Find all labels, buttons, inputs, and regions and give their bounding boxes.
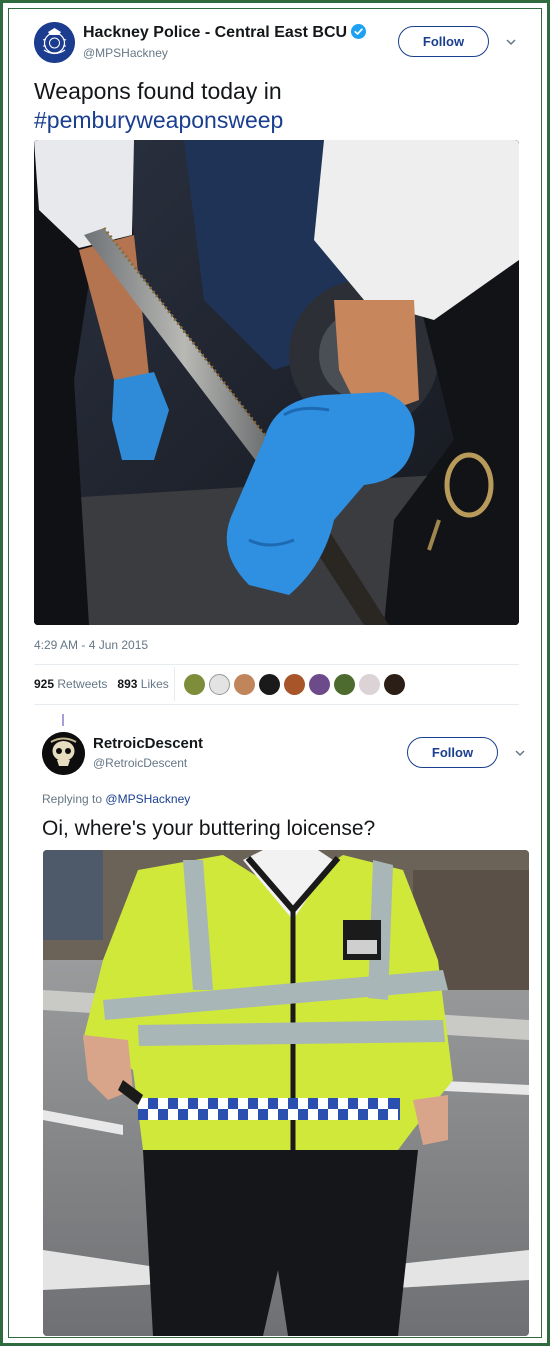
- hackney-police-avatar[interactable]: [34, 22, 75, 63]
- officer-photo-image: [43, 850, 529, 1336]
- thread-line: [62, 714, 64, 726]
- divider: [34, 704, 519, 705]
- liker-avatar[interactable]: [209, 674, 230, 695]
- divider: [34, 664, 519, 665]
- follow-button[interactable]: Follow: [398, 26, 489, 57]
- liker-avatar[interactable]: [284, 674, 305, 695]
- liker-avatar[interactable]: [334, 674, 355, 695]
- retroicdescent-avatar[interactable]: [42, 732, 85, 775]
- liker-avatar[interactable]: [259, 674, 280, 695]
- liker-avatar[interactable]: [384, 674, 405, 695]
- retweets-count[interactable]: 925: [34, 677, 54, 691]
- retweets-label[interactable]: Retweets: [57, 677, 107, 691]
- tweet1-photo[interactable]: [34, 140, 519, 625]
- tweet2-text: Oi, where's your buttering loicense?: [42, 817, 376, 840]
- tweet2-author-name[interactable]: RetroicDescent: [93, 735, 203, 752]
- author-name-text: Hackney Police - Central East BCU: [83, 24, 348, 41]
- tweet1-handle[interactable]: @MPSHackney: [83, 46, 168, 60]
- verified-badge-icon: [351, 24, 367, 39]
- liker-avatar[interactable]: [234, 674, 255, 695]
- liker-avatar[interactable]: [184, 674, 205, 695]
- tweet2-photo[interactable]: [43, 850, 529, 1336]
- likes-label[interactable]: Likes: [141, 677, 169, 691]
- knife-photo-image: [34, 140, 519, 625]
- police-crest-icon: [34, 22, 75, 63]
- tweet1-timestamp[interactable]: 4:29 AM - 4 Jun 2015: [34, 638, 148, 652]
- tweet1-author-name[interactable]: Hackney Police - Central East BCU: [83, 24, 367, 42]
- screenshot-frame: Hackney Police - Central East BCU @MPSHa…: [0, 0, 550, 1346]
- chevron-down-icon[interactable]: [514, 747, 526, 759]
- follow-button[interactable]: Follow: [407, 737, 498, 768]
- tweet1-stats: 925 Retweets 893 Likes: [34, 677, 169, 691]
- tweet2-handle[interactable]: @RetroicDescent: [93, 756, 187, 770]
- replying-to: Replying to @MPSHackney: [42, 792, 190, 806]
- replying-prefix: Replying to: [42, 792, 103, 806]
- liker-avatar[interactable]: [309, 674, 330, 695]
- liker-avatar[interactable]: [359, 674, 380, 695]
- hashtag-link[interactable]: #pemburyweaponsweep: [34, 106, 514, 135]
- likes-count[interactable]: 893: [117, 677, 137, 691]
- tweet1-text-line: Weapons found today in: [34, 78, 282, 104]
- chevron-down-icon[interactable]: [505, 36, 517, 48]
- skull-avatar-icon: [42, 732, 85, 775]
- replying-handle-link[interactable]: @MPSHackney: [105, 792, 190, 806]
- stats-separator: [174, 667, 175, 701]
- tweet1-text: Weapons found today in #pemburyweaponswe…: [34, 77, 514, 135]
